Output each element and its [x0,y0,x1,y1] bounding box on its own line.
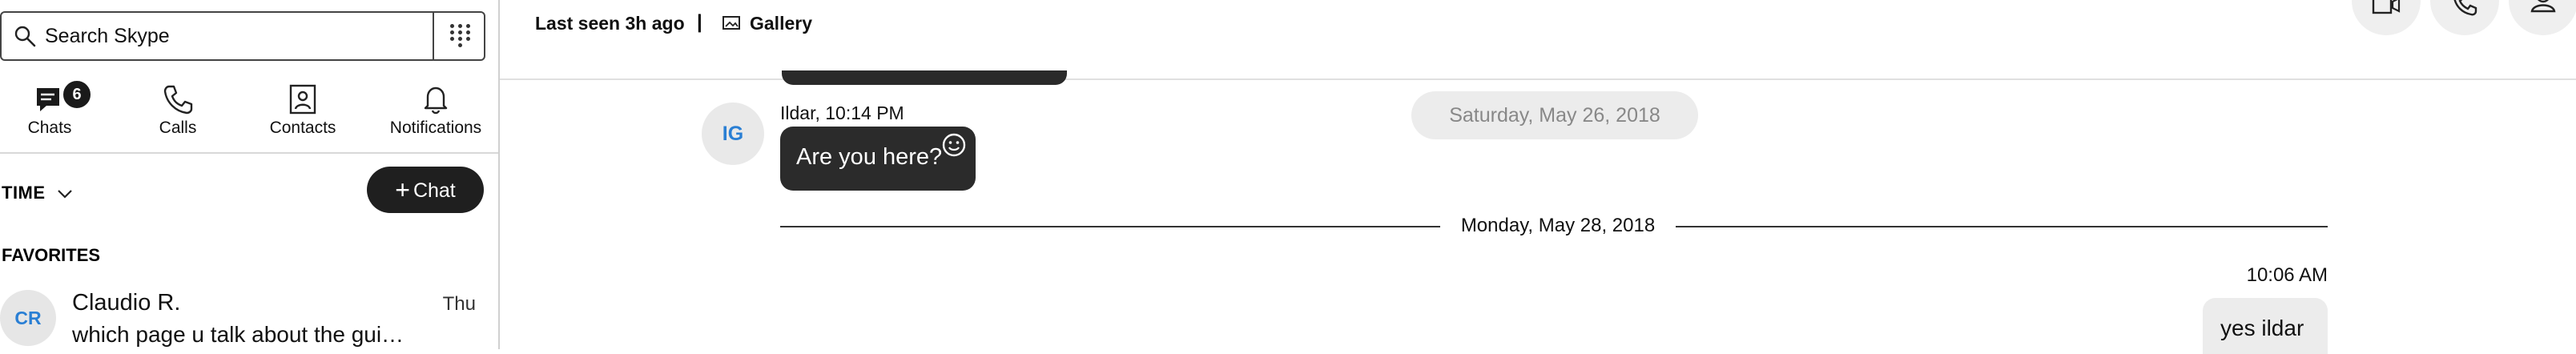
avatar: CR [0,290,56,346]
sidebar: Search Skype 6 Chats Calls Contacts Noti… [0,0,500,349]
date-divider-line [1676,226,2328,227]
message-sender-time: Ildar, 10:14 PM [780,103,904,123]
last-seen-status: Last seen 3h ago [535,13,685,34]
main-nav: 6 Chats Calls Contacts Notifications [0,67,498,154]
emoji-reaction-icon[interactable] [940,131,968,159]
outgoing-message-bubble[interactable]: yes ildar [2203,298,2328,354]
search-box[interactable]: Search Skype [0,11,485,61]
plus-icon: + [395,175,410,204]
conversation-pane: Last seen 3h ago | Gallery IG Ildar, 10:… [500,0,2576,354]
add-people-button[interactable] [2509,0,2576,35]
video-call-button[interactable] [2352,0,2421,35]
favorites-heading: FAVORITES [2,245,101,265]
outgoing-message-time: 10:06 AM [2246,264,2328,286]
message-preview: which page u talk about the gui… [72,322,405,347]
search-icon [14,26,36,47]
phone-icon [2453,0,2477,16]
avatar[interactable]: IG [702,103,764,165]
header-separator: | [697,11,702,33]
nav-notifications[interactable]: Notifications [372,67,500,152]
search-divider [433,13,434,59]
date-divider-label: Monday, May 28, 2018 [1460,215,1656,236]
sort-dropdown[interactable]: TIME [2,183,73,203]
bell-icon [424,86,448,115]
conversation-header: Last seen 3h ago | Gallery [500,0,2576,80]
audio-call-button[interactable] [2430,0,2499,35]
date-pill: Saturday, May 26, 2018 [1411,91,1698,139]
outgoing-message-text: yes ildar [2220,316,2304,340]
chevron-down-icon [58,190,72,199]
nav-chats[interactable]: 6 Chats [0,67,114,152]
incoming-message-bubble[interactable]: Are you here? [780,127,976,191]
person-icon [2530,0,2556,13]
nav-contacts[interactable]: Contacts [239,67,367,152]
new-chat-label: Chat [413,179,456,202]
contact-name: Claudio R. [72,290,181,316]
phone-icon [163,85,193,115]
dialpad-icon[interactable] [449,24,473,48]
previous-message-bubble [782,70,1067,85]
nav-chats-label: Chats [27,119,72,137]
nav-calls[interactable]: Calls [114,67,242,152]
date-divider-line [780,226,1440,227]
nav-calls-label: Calls [159,119,197,137]
search-input[interactable]: Search Skype [45,25,170,48]
contacts-icon [289,84,316,115]
gallery-link[interactable]: Gallery [750,13,812,34]
unread-badge: 6 [61,78,93,111]
conversation-item[interactable]: CR Claudio R. Thu which page u talk abou… [0,282,497,349]
nav-notifications-label: Notifications [389,119,482,137]
video-icon [2372,0,2401,14]
nav-contacts-label: Contacts [269,119,336,137]
conversation-time: Thu [442,293,476,315]
incoming-message-text: Are you here? [796,144,943,170]
new-chat-button[interactable]: + Chat [367,167,484,213]
sort-label: TIME [2,183,46,203]
gallery-icon [722,16,740,30]
